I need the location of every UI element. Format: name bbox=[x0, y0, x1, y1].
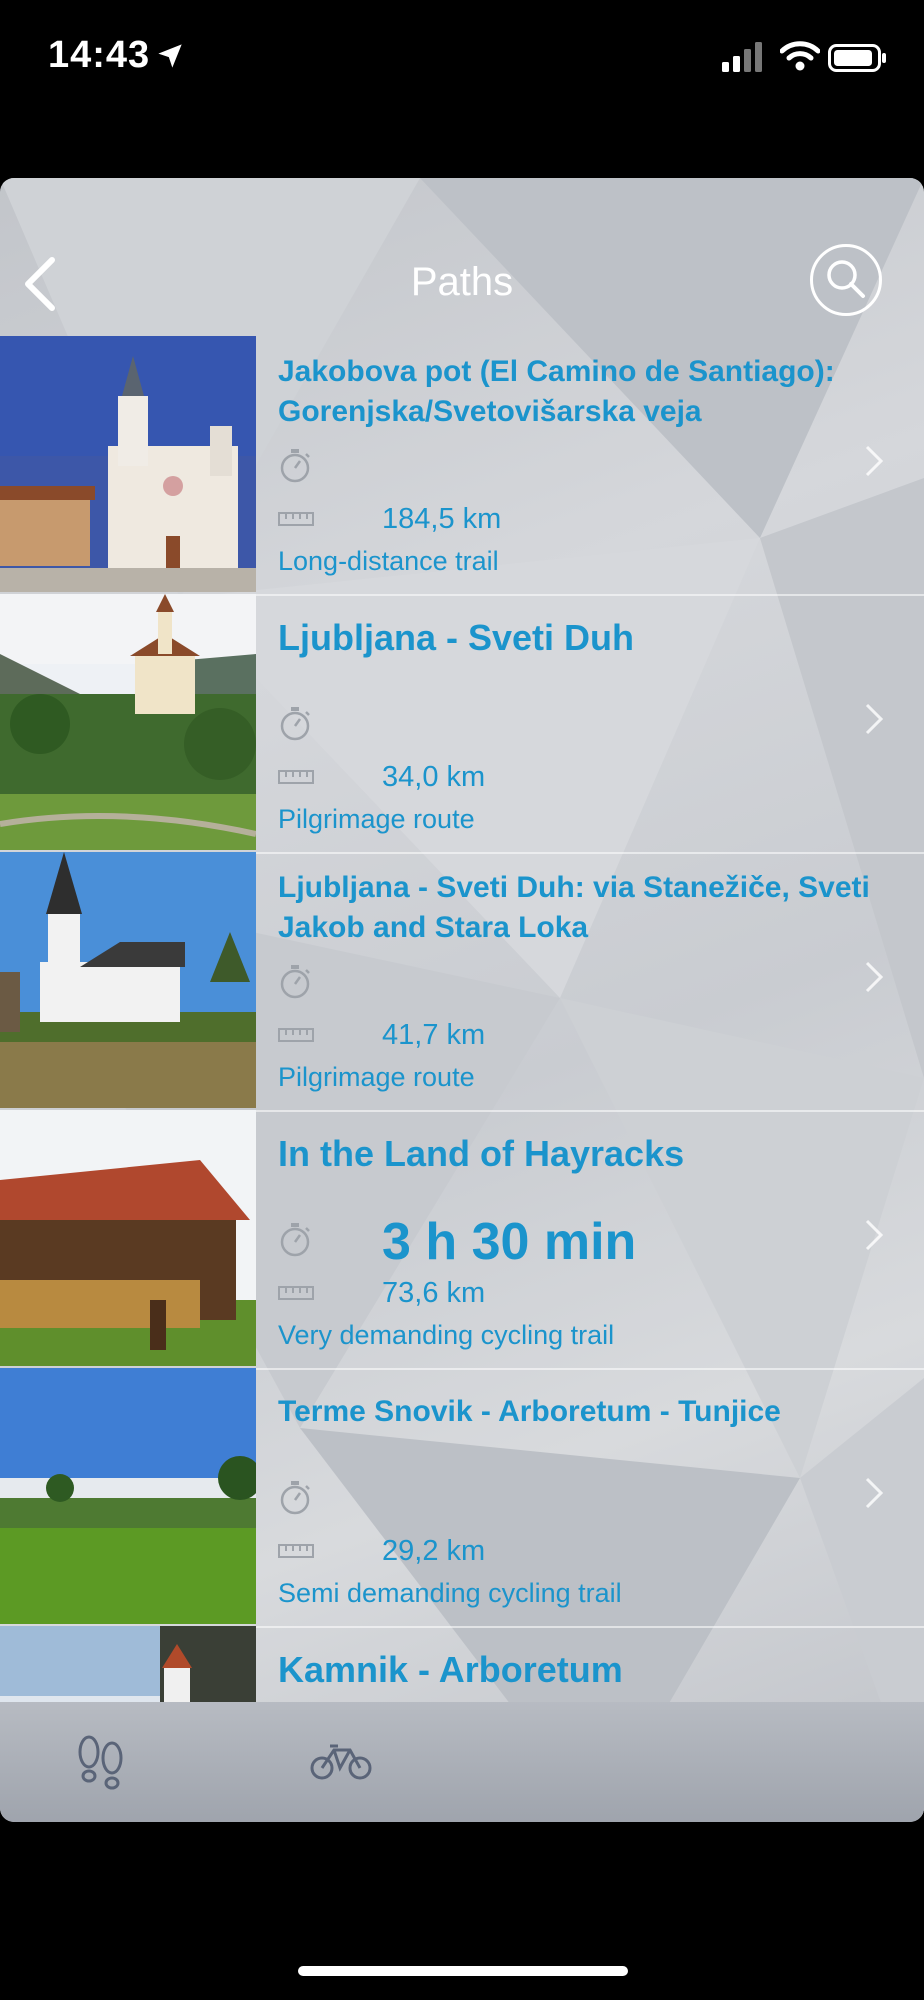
battery-icon bbox=[828, 44, 886, 72]
stopwatch-icon bbox=[280, 707, 310, 741]
status-time: 14:43 bbox=[48, 34, 151, 76]
ruler-icon bbox=[278, 1286, 314, 1300]
path-distance: 29,2 km bbox=[382, 1535, 486, 1567]
app-panel: Paths Jakobova pot (El Camino de Santiag… bbox=[0, 178, 924, 1822]
path-category: Semi demanding cycling trail bbox=[278, 1578, 622, 1608]
path-list-item[interactable]: Ljubljana - Sveti Duh 34,0 km Pilgrimage… bbox=[0, 594, 924, 854]
bicycle-icon[interactable] bbox=[310, 1742, 372, 1782]
path-thumbnail bbox=[0, 1368, 256, 1624]
ruler-icon bbox=[278, 770, 314, 784]
path-distance: 41,7 km bbox=[382, 1019, 486, 1051]
path-thumbnail bbox=[0, 1110, 256, 1366]
ruler-icon bbox=[278, 1028, 314, 1042]
stopwatch-icon bbox=[280, 965, 310, 999]
wifi-icon bbox=[780, 41, 820, 71]
page-title: Paths bbox=[410, 260, 514, 304]
ruler-icon bbox=[278, 512, 314, 526]
path-list-item[interactable]: In the Land of Hayracks 3 h 30 min 73,6 … bbox=[0, 1110, 924, 1370]
chevron-right-icon bbox=[865, 445, 884, 477]
search-button[interactable] bbox=[810, 244, 882, 316]
nav-bar: Paths bbox=[0, 178, 924, 336]
path-list-item[interactable]: Ljubljana - Sveti Duh: via Stanežiče, Sv… bbox=[0, 852, 924, 1112]
chevron-right-icon bbox=[865, 1477, 884, 1509]
path-category: Pilgrimage route bbox=[278, 1062, 475, 1092]
path-title: Jakobova pot (El Camino de Santiago): Go… bbox=[278, 355, 835, 428]
path-list-item[interactable]: Jakobova pot (El Camino de Santiago): Go… bbox=[0, 336, 924, 596]
path-thumbnail bbox=[0, 594, 256, 850]
search-icon bbox=[827, 260, 865, 298]
path-distance: 73,6 km bbox=[382, 1277, 486, 1309]
path-category: Long-distance trail bbox=[278, 546, 499, 576]
stopwatch-icon bbox=[280, 1223, 310, 1257]
path-title: In the Land of Hayracks bbox=[278, 1133, 685, 1174]
path-list-item[interactable]: Kamnik - Arboretum bbox=[0, 1626, 924, 1702]
tab-bar bbox=[0, 1702, 924, 1822]
ruler-icon bbox=[278, 1544, 314, 1558]
path-distance: 34,0 km bbox=[382, 761, 486, 793]
location-arrow-icon bbox=[158, 44, 182, 68]
path-title: Ljubljana - Sveti Duh bbox=[278, 617, 635, 658]
chevron-right-icon bbox=[865, 703, 884, 735]
paths-list[interactable]: Jakobova pot (El Camino de Santiago): Go… bbox=[0, 336, 924, 1702]
cellular-signal-icon bbox=[722, 42, 762, 72]
stopwatch-icon bbox=[280, 449, 310, 483]
chevron-right-icon bbox=[865, 961, 884, 993]
path-thumbnail bbox=[0, 852, 256, 1108]
path-list-item[interactable]: Terme Snovik - Arboretum - Tunjice 29,2 … bbox=[0, 1368, 924, 1628]
path-category: Pilgrimage route bbox=[278, 804, 475, 834]
footprints-icon[interactable] bbox=[74, 1732, 128, 1794]
path-thumbnail bbox=[0, 1626, 256, 1702]
path-distance: 184,5 km bbox=[382, 503, 502, 535]
path-title: Ljubljana - Sveti Duh: via Stanežiče, Sv… bbox=[278, 871, 870, 944]
path-title: Kamnik - Arboretum bbox=[278, 1649, 623, 1690]
stopwatch-icon bbox=[280, 1481, 310, 1515]
path-duration: 3 h 30 min bbox=[382, 1213, 637, 1271]
chevron-right-icon bbox=[865, 1219, 884, 1251]
home-indicator bbox=[298, 1966, 628, 1976]
status-bar: 14:43 bbox=[0, 0, 924, 120]
path-category: Very demanding cycling trail bbox=[278, 1320, 615, 1350]
path-thumbnail bbox=[0, 336, 256, 592]
path-title: Terme Snovik - Arboretum - Tunjice bbox=[278, 1395, 781, 1428]
